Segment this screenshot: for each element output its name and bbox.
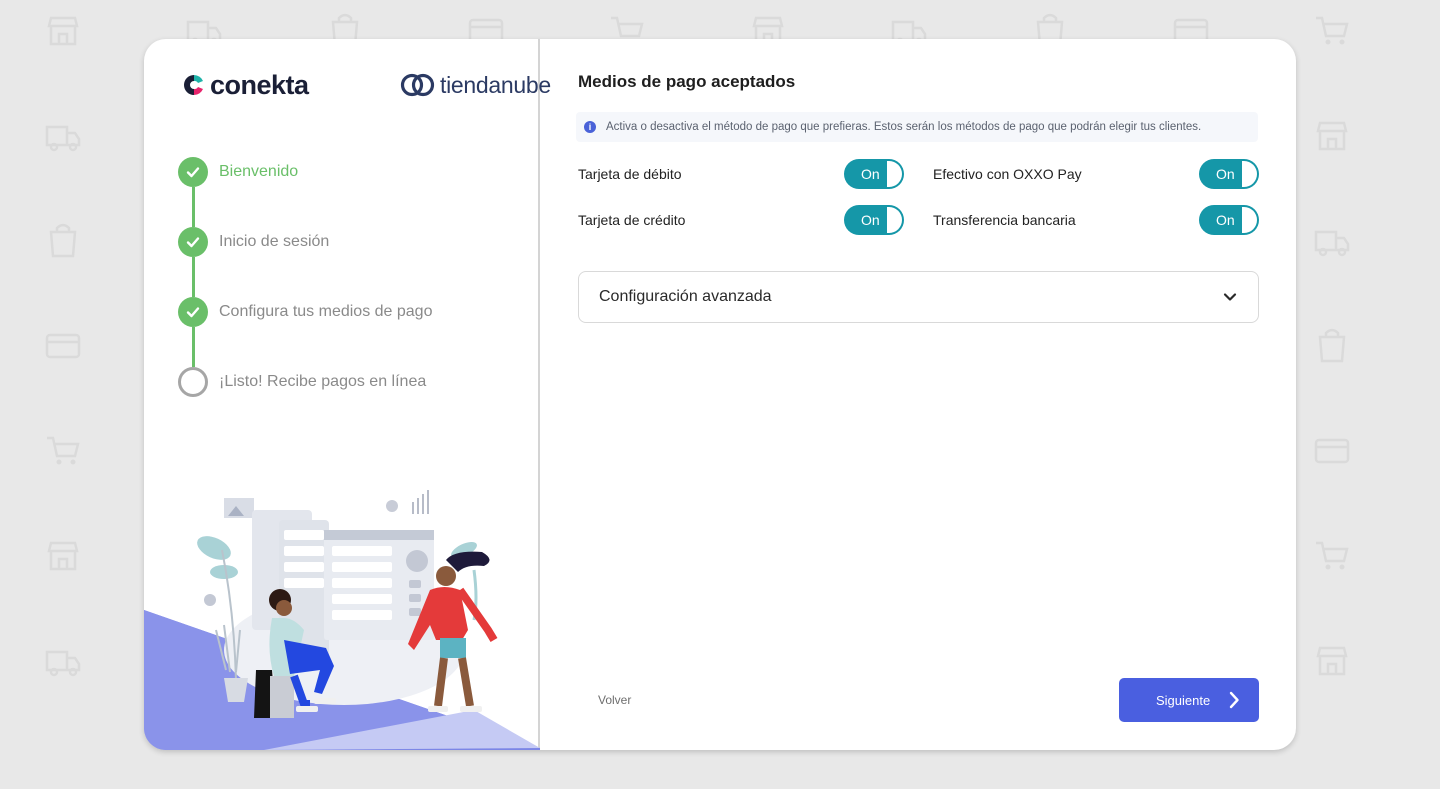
tiendanube-logo: tiendanube (400, 69, 551, 101)
background-pattern-icon (1316, 121, 1348, 151)
step-label: ¡Listo! Recibe pagos en línea (219, 373, 427, 390)
back-link[interactable]: Volver (598, 693, 631, 707)
next-button-label: Siguiente (1156, 692, 1211, 708)
tiendanube-logo-text: tiendanube (440, 71, 551, 98)
step-medios-pago: Configura tus medios de pago (178, 297, 432, 367)
advanced-config-accordion[interactable]: Configuración avanzada (578, 271, 1259, 323)
tiendanube-logo-icon (400, 73, 435, 97)
background-pattern-icon (47, 541, 79, 571)
method-label: Tarjeta de crédito (578, 212, 686, 228)
background-pattern-icon (45, 650, 81, 677)
background-pattern-icon (1316, 16, 1349, 45)
step-connector (192, 187, 195, 227)
toggle-label: On (861, 212, 880, 228)
background-pattern-icon (45, 333, 81, 359)
setup-card: conekta tiendanube Bienvenido Inicio de … (144, 39, 1296, 750)
logos: conekta tiendanube (182, 69, 551, 101)
toggle-knob (1242, 206, 1258, 234)
toggle-label: On (861, 166, 880, 182)
info-icon: i (584, 121, 596, 133)
step-check-icon (178, 297, 208, 327)
onboarding-illustration (144, 490, 540, 750)
page-title: Medios de pago aceptados (578, 72, 796, 91)
method-label: Transferencia bancaria (933, 212, 1076, 228)
toggle-knob (1242, 160, 1258, 188)
progress-steps: Bienvenido Inicio de sesión Configura tu… (178, 157, 432, 437)
progress-panel: conekta tiendanube Bienvenido Inicio de … (144, 39, 551, 750)
method-debit: Tarjeta de débito (578, 159, 682, 189)
chevron-right-icon (1229, 691, 1239, 709)
info-text: Activa o desactiva el método de pago que… (606, 121, 1202, 133)
accordion-label: Configuración avanzada (599, 288, 772, 305)
step-listo: ¡Listo! Recibe pagos en línea (178, 367, 432, 437)
step-connector (192, 257, 195, 297)
background-pattern-icon (1316, 541, 1349, 570)
payment-methods-panel: Medios de pago aceptados i Activa o desa… (540, 39, 1296, 750)
background-pattern-icon (1318, 328, 1346, 363)
step-inicio-sesion: Inicio de sesión (178, 227, 432, 297)
method-label: Tarjeta de débito (578, 166, 682, 182)
step-bienvenido: Bienvenido (178, 157, 432, 227)
background-pattern-icon (47, 16, 79, 46)
step-label: Inicio de sesión (219, 233, 330, 250)
oxxo-toggle[interactable]: On (1199, 159, 1259, 189)
step-label: Bienvenido (219, 163, 299, 180)
toggle-knob (887, 160, 903, 188)
step-connector (192, 327, 195, 367)
credit-toggle[interactable]: On (844, 205, 904, 235)
background-pattern-icon (49, 223, 77, 258)
step-check-icon (178, 227, 208, 257)
background-pattern-icon (1314, 438, 1350, 464)
transfer-toggle[interactable]: On (1199, 205, 1259, 235)
info-banner: i Activa o desactiva el método de pago q… (576, 112, 1258, 142)
step-check-icon (178, 157, 208, 187)
background-pattern-icon (1316, 646, 1348, 676)
method-credit: Tarjeta de crédito (578, 205, 685, 235)
step-pending-icon (178, 367, 208, 397)
toggle-label: On (1216, 166, 1235, 182)
toggle-knob (887, 206, 903, 234)
method-transfer: Transferencia bancaria (933, 205, 1076, 235)
background-pattern-icon (1314, 230, 1350, 257)
conekta-logo-text: conekta (210, 69, 309, 100)
next-button[interactable]: Siguiente (1119, 678, 1259, 722)
chevron-down-icon (1223, 293, 1237, 301)
conekta-logo: conekta (182, 69, 309, 101)
method-label: Efectivo con OXXO Pay (933, 166, 1082, 182)
conekta-logo-icon (184, 75, 203, 95)
debit-toggle[interactable]: On (844, 159, 904, 189)
background-pattern-icon (45, 125, 81, 152)
method-oxxo: Efectivo con OXXO Pay (933, 159, 1082, 189)
toggle-label: On (1216, 212, 1235, 228)
step-label: Configura tus medios de pago (219, 303, 433, 320)
background-pattern-icon (47, 436, 80, 465)
